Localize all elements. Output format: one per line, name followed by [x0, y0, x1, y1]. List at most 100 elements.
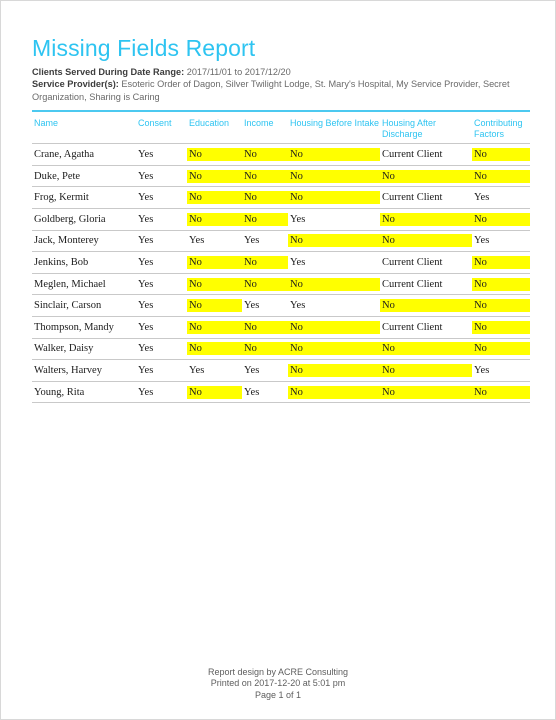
cell-name: Crane, Agatha [32, 143, 136, 166]
cell-income: Yes [242, 229, 288, 252]
cell-contributing-factors: No [472, 143, 530, 166]
cell-education: No [187, 208, 242, 231]
column-header-income[interactable]: Income [242, 118, 288, 144]
column-header-name[interactable]: Name [32, 118, 136, 144]
table-row[interactable]: Young, Rita Yes No Yes No No No [32, 380, 530, 404]
cell-value: Thompson, Mandy [34, 321, 114, 333]
report-content: Missing Fields Report Clients Served Dur… [32, 1, 530, 404]
cell-value: Jack, Monterey [34, 235, 99, 247]
cell-value: Current Client [382, 256, 443, 268]
cell-value: Yes [244, 300, 260, 312]
table-row[interactable]: Walters, Harvey Yes Yes Yes No No Yes [32, 359, 530, 382]
report-footer: Report design by ACRE Consulting Printed… [1, 667, 555, 702]
cell-housing-after-discharge: No [380, 380, 472, 404]
table-row[interactable]: Jack, Monterey Yes Yes Yes No No Yes [32, 229, 530, 252]
cell-housing-after-discharge: Current Client [380, 186, 472, 209]
cell-value: No [472, 299, 530, 313]
cell-housing-after-discharge: No [380, 337, 472, 360]
cell-value: No [380, 342, 472, 356]
cell-education: No [187, 315, 242, 339]
cell-value: No [288, 169, 380, 183]
cell-value: Yes [189, 364, 205, 376]
cell-income: No [242, 315, 288, 339]
cell-contributing-factors: Yes [472, 359, 530, 382]
cell-value: No [472, 277, 530, 291]
cell-value: No [242, 320, 288, 334]
cell-value: Sinclair, Carson [34, 300, 102, 312]
cell-value: Yes [290, 256, 306, 268]
table-row[interactable]: Duke, Pete Yes No No No No No [32, 164, 530, 187]
cell-name: Thompson, Mandy [32, 315, 136, 339]
cell-consent: Yes [136, 143, 187, 166]
table-row[interactable]: Meglen, Michael Yes No No No Current Client No [32, 272, 530, 295]
footer-credit: Report design by ACRE Consulting [207, 666, 349, 677]
column-header-contributing-factors[interactable]: Contributing Factors [472, 118, 530, 144]
cell-name: Goldberg, Gloria [32, 208, 136, 231]
cell-income: Yes [242, 380, 288, 404]
cell-income: No [242, 272, 288, 295]
cell-contributing-factors: No [472, 315, 530, 339]
cell-value: Yes [138, 300, 154, 312]
cell-value: No [187, 342, 242, 356]
cell-education: No [187, 337, 242, 360]
cell-value: Frog, Kermit [34, 192, 89, 204]
cell-value: Current Client [382, 278, 443, 290]
cell-housing-before-intake: Yes [288, 251, 380, 274]
cell-housing-before-intake: No [288, 315, 380, 339]
table-row[interactable]: Walker, Daisy Yes No No No No No [32, 337, 530, 360]
meta-line-service-providers: Service Provider(s): Esoteric Order of D… [32, 78, 530, 103]
cell-value: Yes [138, 192, 154, 204]
cell-income: Yes [242, 359, 288, 382]
cell-value: No [380, 299, 472, 313]
cell-value: No [472, 255, 530, 269]
cell-value: No [288, 385, 380, 399]
cell-value: No [288, 320, 380, 334]
cell-education: No [187, 272, 242, 295]
cell-value: Yes [138, 321, 154, 333]
column-header-education[interactable]: Education [187, 118, 242, 144]
cell-value: No [288, 277, 380, 291]
cell-education: No [187, 294, 242, 317]
cell-housing-before-intake: No [288, 337, 380, 360]
table-row[interactable]: Frog, Kermit Yes No No No Current Client Yes [32, 186, 530, 209]
cell-education: Yes [187, 359, 242, 382]
column-header-housing-before-intake[interactable]: Housing Before Intake [288, 118, 380, 144]
column-header-housing-after-discharge[interactable]: Housing After Discharge [380, 118, 472, 144]
cell-consent: Yes [136, 380, 187, 404]
cell-value: No [242, 148, 288, 162]
cell-value: Yes [290, 300, 306, 312]
cell-name: Walters, Harvey [32, 359, 136, 382]
cell-value: Yes [138, 364, 154, 376]
cell-contributing-factors: No [472, 272, 530, 295]
page-title: Missing Fields Report [32, 35, 256, 61]
cell-education: No [187, 164, 242, 187]
cell-education: No [187, 251, 242, 274]
cell-value: No [380, 234, 472, 248]
cell-contributing-factors: No [472, 380, 530, 404]
cell-value: Meglen, Michael [34, 278, 106, 290]
table-row[interactable]: Goldberg, Gloria Yes No No Yes No No [32, 208, 530, 231]
cell-value: Walters, Harvey [34, 364, 102, 376]
table-row[interactable]: Jenkins, Bob Yes No No Yes Current Client No [32, 251, 530, 274]
cell-value: Yes [138, 386, 154, 398]
cell-value: No [187, 255, 242, 269]
cell-housing-after-discharge: No [380, 164, 472, 187]
cell-value: Current Client [382, 321, 443, 333]
cell-housing-after-discharge: Current Client [380, 272, 472, 295]
cell-housing-before-intake: Yes [288, 208, 380, 231]
cell-contributing-factors: No [472, 164, 530, 187]
cell-value: Goldberg, Gloria [34, 213, 106, 225]
cell-name: Duke, Pete [32, 164, 136, 187]
column-header-consent[interactable]: Consent [136, 118, 187, 144]
table-row[interactable]: Sinclair, Carson Yes No Yes Yes No No [32, 294, 530, 317]
table-row[interactable]: Crane, Agatha Yes No No No Current Client No [32, 143, 530, 166]
cell-value: Yes [138, 170, 154, 182]
cell-housing-after-discharge: No [380, 208, 472, 231]
cell-value: Yes [138, 278, 154, 290]
cell-value: Current Client [382, 149, 443, 161]
cell-value: No [187, 191, 242, 205]
cell-value: No [472, 212, 530, 226]
table-row[interactable]: Thompson, Mandy Yes No No No Current Client No [32, 315, 530, 339]
cell-consent: Yes [136, 337, 187, 360]
cell-housing-before-intake: Yes [288, 294, 380, 317]
